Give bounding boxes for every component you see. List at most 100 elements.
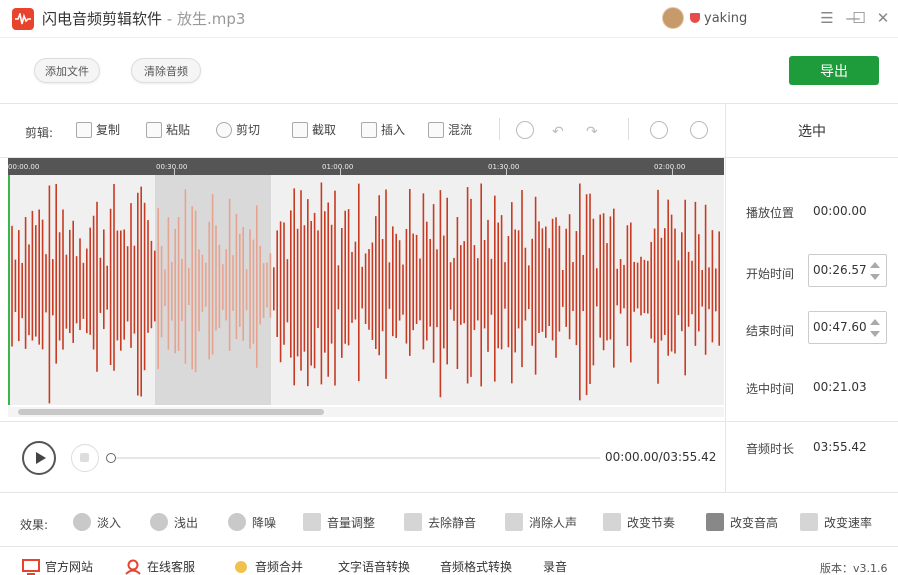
tick-label: 01:30.00 (488, 163, 520, 171)
waveform[interactable] (8, 175, 724, 405)
tempo-icon (603, 513, 621, 531)
change-pitch-button[interactable]: 改变音高 (706, 513, 778, 531)
pitch-icon (706, 513, 724, 531)
toolbar-divider (628, 118, 629, 140)
support-link[interactable]: 在线客服 (124, 558, 195, 575)
volume-label: 音量调整 (327, 515, 376, 530)
panel-divider (725, 104, 726, 492)
window-title: 闪电音频剪辑软件 - 放生.mp3 (42, 8, 245, 29)
progress-knob[interactable] (106, 453, 116, 463)
fade-out-label: 浅出 (174, 515, 199, 530)
username[interactable]: yaking (704, 11, 747, 26)
maximize-icon[interactable]: ☐ (850, 9, 868, 27)
close-icon[interactable]: ✕ (874, 9, 892, 27)
file-name: 放生.mp3 (176, 10, 246, 28)
denoise-button[interactable]: 降噪 (228, 513, 276, 531)
start-time-value[interactable]: 00:26.57 (813, 263, 867, 277)
menu-icon[interactable]: ☰ (818, 9, 836, 27)
change-speed-label: 改变速率 (824, 515, 873, 530)
merge-icon (235, 560, 247, 573)
merge-label: 音频合并 (255, 560, 304, 574)
copy-icon (76, 121, 92, 138)
change-pitch-label: 改变音高 (730, 515, 779, 530)
mix-icon (428, 121, 444, 138)
denoise-label: 降噪 (252, 515, 277, 530)
play-button[interactable] (22, 441, 56, 475)
paste-button[interactable]: 粘贴 (146, 121, 190, 138)
export-button[interactable]: 导出 (789, 56, 879, 85)
selection-header: 选中 (798, 124, 826, 140)
redo-icon[interactable]: ↷ (586, 124, 598, 140)
user-info[interactable]: yaking (662, 7, 747, 29)
remove-vocals-button[interactable]: 消除人声 (505, 513, 577, 531)
remove-silence-button[interactable]: 去除静音 (404, 513, 476, 531)
selected-duration-label: 选中时间 (746, 382, 795, 396)
edit-label: 剪辑: (25, 126, 54, 140)
support-icon (125, 559, 141, 575)
vip-gem-icon (690, 13, 700, 23)
fade-in-button[interactable]: 淡入 (73, 513, 121, 531)
play-position-value: 00:00.00 (813, 204, 867, 218)
change-tempo-button[interactable]: 改变节奏 (603, 513, 675, 531)
fade-out-button[interactable]: 浅出 (150, 513, 198, 531)
avatar[interactable] (662, 7, 684, 29)
selected-duration-value: 00:21.03 (813, 380, 867, 394)
insert-button[interactable]: 插入 (361, 121, 405, 138)
fade-in-label: 淡入 (97, 515, 122, 530)
merge-link[interactable]: 音频合并 (232, 558, 303, 575)
tick-label: 00:00.00 (8, 163, 40, 171)
increment-icon[interactable] (870, 319, 880, 325)
zoom-in-icon[interactable] (650, 121, 668, 139)
record-link[interactable]: 录音 (543, 558, 567, 575)
decrement-icon[interactable] (870, 274, 880, 280)
tick-label: 01:00.00 (322, 163, 354, 171)
end-time-value[interactable]: 00:47.60 (813, 320, 867, 334)
undo-icon[interactable]: ↶ (552, 124, 564, 140)
play-time: 00:00.00/03:55.42 (605, 450, 717, 464)
playhead[interactable] (8, 175, 10, 405)
start-time-field[interactable]: 00:26.57 (808, 254, 887, 287)
zoom-out-icon[interactable] (690, 121, 708, 139)
crop-label: 截取 (312, 123, 337, 137)
scrollbar-thumb[interactable] (18, 409, 324, 415)
cut-label: 剪切 (236, 123, 261, 137)
timeline-ruler[interactable]: 00:00.00 00:30.00 01:00.00 01:30.00 02:0… (8, 158, 724, 175)
title-separator: - (162, 10, 177, 28)
end-time-label: 结束时间 (746, 324, 795, 338)
remove-vocals-icon (505, 513, 523, 531)
volume-button[interactable]: 音量调整 (303, 513, 375, 531)
convert-link[interactable]: 音频格式转换 (440, 558, 512, 575)
divider (0, 421, 898, 422)
website-label: 官方网站 (45, 560, 94, 574)
loop-icon[interactable] (516, 121, 534, 139)
change-speed-button[interactable]: 改变速率 (800, 513, 872, 531)
divider (0, 492, 898, 493)
increment-icon[interactable] (870, 262, 880, 268)
crop-button[interactable]: 截取 (292, 121, 336, 138)
start-time-label: 开始时间 (746, 267, 795, 281)
mix-button[interactable]: 混流 (428, 121, 472, 138)
app-logo-icon (12, 7, 34, 30)
copy-button[interactable]: 复制 (76, 121, 120, 138)
denoise-icon (228, 513, 246, 531)
decrement-icon[interactable] (870, 331, 880, 337)
end-time-field[interactable]: 00:47.60 (808, 311, 887, 344)
fade-in-icon (73, 513, 91, 531)
remove-silence-icon (404, 513, 422, 531)
toolbar-divider (499, 118, 500, 140)
cut-button[interactable]: 剪切 (216, 121, 260, 138)
clear-audio-button[interactable]: 清除音频 (131, 58, 201, 83)
monitor-icon (22, 558, 40, 575)
audio-length-label: 音频时长 (746, 442, 795, 456)
divider (0, 546, 898, 547)
add-file-button[interactable]: 添加文件 (34, 58, 100, 83)
website-link[interactable]: 官方网站 (22, 558, 93, 575)
progress-track[interactable] (110, 457, 600, 459)
stop-button[interactable] (71, 444, 99, 472)
play-position-label: 播放位置 (746, 206, 795, 220)
tts-link[interactable]: 文字语音转换 (338, 558, 410, 575)
audio-length-value: 03:55.42 (813, 440, 867, 454)
speed-icon (800, 513, 818, 531)
change-tempo-label: 改变节奏 (627, 515, 676, 530)
effects-label: 效果: (20, 518, 49, 532)
